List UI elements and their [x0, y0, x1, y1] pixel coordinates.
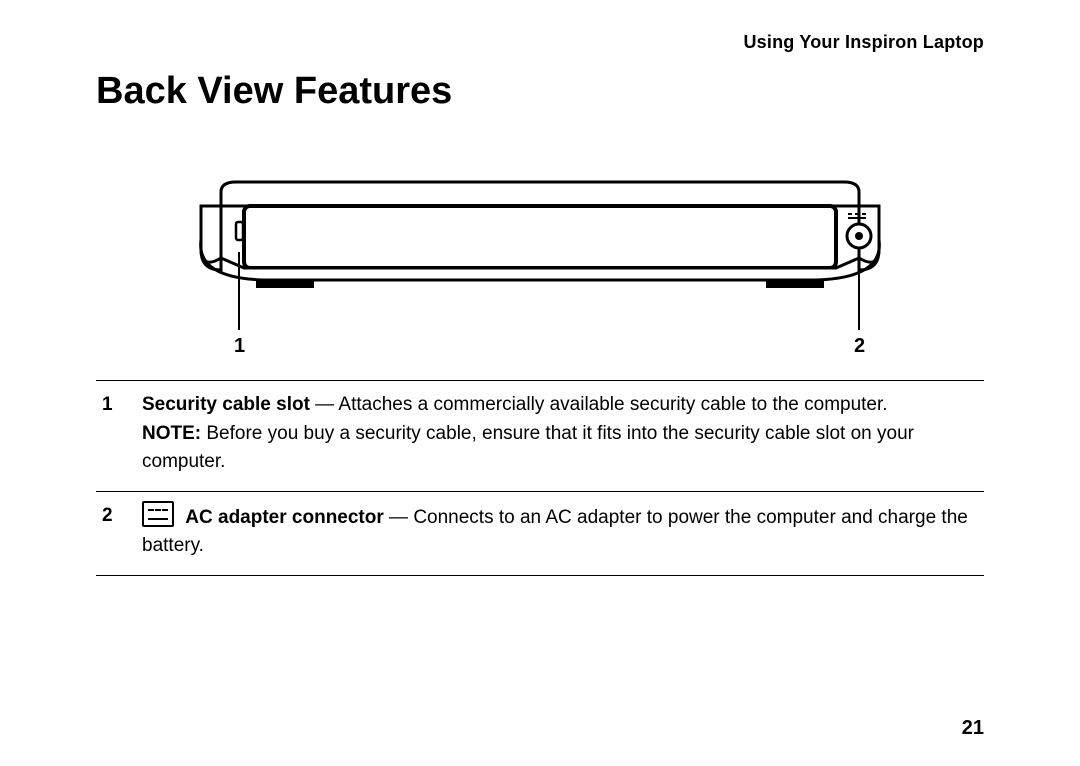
feature-term: Security cable slot: [142, 394, 310, 415]
feature-desc: AC adapter connector — Connects to an AC…: [136, 491, 984, 575]
feature-term: AC adapter connector: [185, 507, 383, 528]
dc-power-icon: [142, 501, 174, 527]
feature-desc: Security cable slot — Attaches a commerc…: [136, 381, 984, 492]
feature-row: 2 AC adapter connector — Connects to an …: [96, 491, 984, 575]
laptop-back-svg: [96, 170, 984, 370]
feature-table: 1 Security cable slot — Attaches a comme…: [96, 380, 984, 576]
feature-row: 1 Security cable slot — Attaches a comme…: [96, 381, 984, 492]
callout-1: 1: [234, 335, 245, 358]
callout-2: 2: [854, 335, 865, 358]
page-number: 21: [962, 717, 984, 740]
section-title: Back View Features: [96, 70, 452, 113]
note-text: Before you buy a security cable, ensure …: [142, 423, 914, 473]
running-header: Using Your Inspiron Laptop: [743, 32, 984, 53]
feature-number: 1: [96, 381, 136, 492]
feature-text: — Attaches a commercially available secu…: [310, 394, 888, 415]
manual-page: Using Your Inspiron Laptop Back View Fea…: [0, 0, 1080, 766]
note-label: NOTE:: [142, 423, 201, 444]
back-view-diagram: 1 2: [96, 170, 984, 370]
feature-number: 2: [96, 491, 136, 575]
